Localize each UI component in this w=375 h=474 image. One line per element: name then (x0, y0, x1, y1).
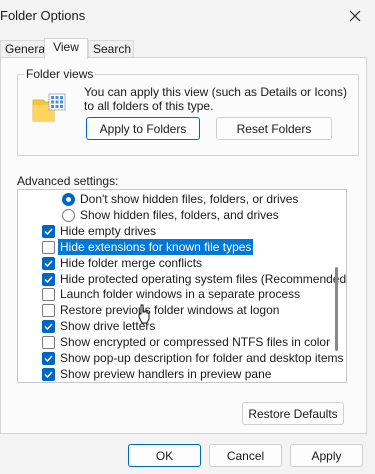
reset-folders-button[interactable]: Reset Folders (216, 117, 332, 140)
setting-label: Hide protected operating system files (R… (60, 271, 347, 286)
window-title: Folder Options (0, 8, 86, 23)
advanced-settings-list[interactable]: Don't show hidden files, folders, or dri… (17, 189, 347, 383)
radio-button[interactable] (62, 193, 75, 206)
folder-views-group: Folder views You can apply this view (su… (17, 67, 359, 156)
setting-label: Hide empty drives (60, 223, 157, 238)
checkmark-icon (44, 371, 53, 378)
checkbox[interactable] (42, 224, 55, 238)
checkbox[interactable] (42, 320, 55, 334)
setting-row[interactable]: Restore previous folder windows at logon (18, 302, 330, 318)
tab-view[interactable]: View (44, 38, 88, 59)
setting-row[interactable]: Launch folder windows in a separate proc… (18, 286, 330, 302)
setting-row[interactable]: Hide empty drives (18, 223, 330, 239)
mouse-cursor-icon (138, 304, 150, 324)
setting-label: Launch folder windows in a separate proc… (60, 287, 301, 302)
setting-row[interactable]: Don't show hidden files, folders, or dri… (18, 191, 330, 207)
setting-row[interactable]: Hide protected operating system files (R… (18, 271, 346, 287)
setting-row[interactable]: Show drive letters (18, 318, 330, 334)
setting-label: Hide extensions for known file types (58, 238, 254, 255)
title-bar: Folder Options (0, 0, 375, 32)
setting-label: Show hidden files, folders, and drives (80, 207, 279, 222)
setting-label: Hide folder merge conflicts (60, 255, 203, 270)
checkbox[interactable] (42, 272, 55, 286)
checkbox[interactable] (42, 352, 55, 365)
restore-defaults-button[interactable]: Restore Defaults (242, 402, 344, 425)
close-button[interactable] (341, 2, 369, 30)
folder-views-description: You can apply this view (such as Details… (84, 85, 348, 113)
setting-row[interactable]: Show preview handlers in preview pane (18, 366, 330, 382)
checkmark-icon (44, 260, 53, 267)
folder-view-icon (32, 93, 66, 122)
setting-label: Don't show hidden files, folders, or dri… (80, 192, 299, 206)
radio-button[interactable] (62, 208, 75, 222)
checkmark-icon (44, 355, 53, 363)
view-tab-panel: Folder views You can apply this view (su… (0, 57, 367, 434)
checkbox[interactable] (42, 240, 55, 254)
setting-row[interactable]: Hide folder merge conflicts (18, 255, 330, 271)
ok-button[interactable]: OK (128, 444, 201, 467)
scrollbar-thumb[interactable] (335, 267, 338, 351)
checkbox[interactable] (42, 336, 55, 350)
checkbox[interactable] (42, 367, 55, 381)
checkmark-icon (44, 228, 53, 235)
close-icon (349, 10, 361, 22)
advanced-settings-label: Advanced settings: (17, 174, 119, 188)
setting-row[interactable]: Show hidden files, folders, and drives (18, 207, 330, 223)
apply-button[interactable]: Apply (290, 444, 363, 467)
setting-label: Restore previous folder windows at logon (60, 303, 280, 318)
apply-to-folders-button[interactable]: Apply to Folders (86, 117, 200, 140)
setting-row[interactable]: Show encrypted or compressed NTFS files … (18, 334, 330, 350)
checkbox[interactable] (42, 304, 55, 318)
setting-label: Show encrypted or compressed NTFS files … (60, 335, 331, 350)
setting-label: Show pop-up description for folder and d… (60, 351, 344, 365)
cancel-button[interactable]: Cancel (209, 444, 282, 467)
checkmark-icon (44, 323, 53, 331)
checkbox[interactable] (42, 256, 55, 270)
checkbox[interactable] (42, 288, 55, 302)
setting-label: Show preview handlers in preview pane (60, 366, 272, 381)
setting-row[interactable]: Show pop-up description for folder and d… (18, 350, 344, 366)
folder-views-legend: Folder views (24, 67, 96, 81)
setting-row[interactable]: Hide extensions for known file types (18, 238, 330, 255)
tab-strip: General View Search (0, 38, 375, 59)
checkmark-icon (44, 276, 53, 283)
